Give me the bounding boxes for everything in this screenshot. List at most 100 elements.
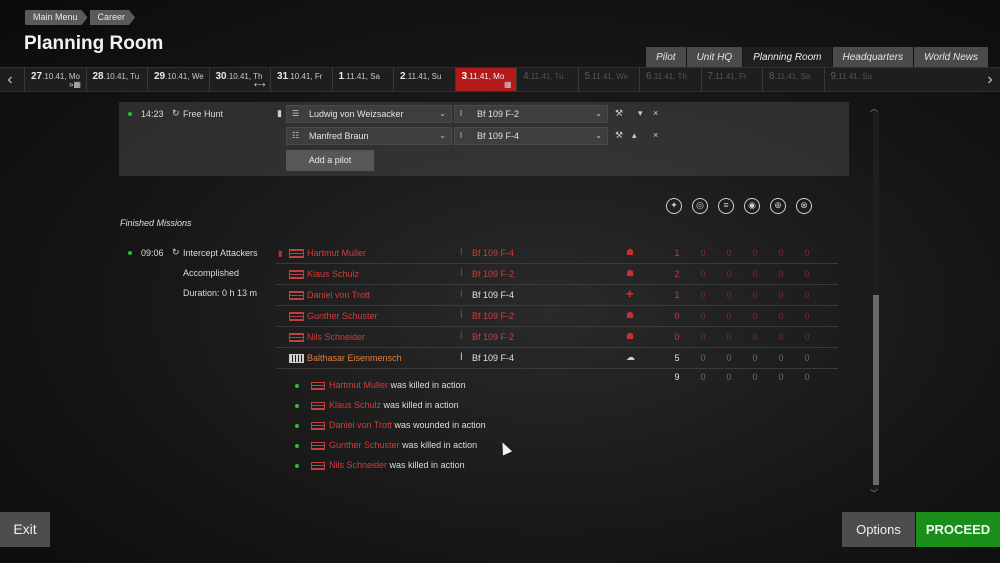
date-cell[interactable]: 27.10.41, Mo »▦ (24, 68, 85, 91)
total-count: 0 (726, 372, 732, 382)
date-rest: .11.41, Mo (467, 72, 505, 81)
date-cell[interactable]: 7.11.41, Fr (700, 68, 762, 91)
thermometer-icon: ǀ (460, 247, 463, 258)
date-rest: .11.41, Sa (774, 72, 811, 81)
kill-count: 0 (700, 353, 706, 363)
close-icon[interactable]: × (653, 108, 658, 118)
kill-count: 0 (726, 248, 732, 258)
ship-kill-icon: ⊕ (770, 198, 786, 214)
kill-count: 0 (778, 269, 784, 279)
table-row[interactable]: Nils Schneider ǀ Bf 109 F-2 ☗ 0 0 0 0 0 0 (276, 327, 838, 348)
rank-icon (311, 441, 325, 450)
add-pilot-button[interactable]: Add a pilot (286, 150, 374, 171)
date-cell[interactable]: 8.11.41, Sa (762, 68, 823, 91)
table-row[interactable]: Daniel von Trott ǀ Bf 109 F-4 ✚ 1 0 0 0 0 0 (276, 285, 838, 306)
plane-select-2[interactable]: ǀ Bf 109 F-4 ⌄ (454, 127, 608, 145)
total-count: 0 (700, 372, 706, 382)
date-rest: .11.41, Su (405, 72, 442, 81)
date-cell[interactable]: 4.11.41, Tu (516, 68, 577, 91)
calendar-icon: ▦ (503, 80, 512, 89)
scroll-down-icon[interactable]: ﹀ (870, 488, 878, 499)
kill-count: 0 (700, 248, 706, 258)
tab-headquarters[interactable]: Headquarters (832, 47, 914, 68)
pilot-status-icon: ☗ (626, 268, 635, 278)
tab-planning-room[interactable]: Planning Room (743, 47, 832, 68)
date-day: 29 (154, 71, 166, 82)
leader-flag-icon: ▮ (277, 108, 282, 118)
finished-mission-duration: Duration: 0 h 13 m (183, 288, 258, 298)
breadcrumb-main-menu[interactable]: Main Menu (25, 10, 88, 25)
date-day: 28 (92, 71, 104, 82)
date-cell[interactable]: 9.11.41, Su (823, 68, 885, 91)
top-tabs: Pilot Unit HQ Planning Room Headquarters… (646, 47, 988, 68)
wrench-icon[interactable]: ⚒ (615, 130, 623, 141)
status-dot-icon (295, 384, 299, 388)
chevron-left-icon[interactable]: ‹ (0, 67, 20, 92)
pilot-select-2[interactable]: ☷ Manfred Braun ⌄ (286, 127, 452, 145)
plane-name: Bf 109 F-4 (472, 248, 515, 258)
kill-count: 0 (752, 248, 758, 258)
proceed-button[interactable]: PROCEED (916, 512, 1000, 547)
scrollbar-thumb[interactable] (873, 295, 879, 485)
scroll-up-icon[interactable]: ︿ (870, 103, 878, 114)
date-rest: .11.41, Tu (528, 72, 564, 81)
status-dot-icon (295, 444, 299, 448)
kill-count: 0 (752, 332, 758, 342)
exit-button[interactable]: Exit (0, 512, 50, 547)
page-title: Planning Room (24, 33, 164, 54)
date-cell[interactable]: 31.10.41, Fr (270, 68, 331, 91)
table-row[interactable]: ▮ Hartmut Muller ǀ Bf 109 F-4 ☗ 1 0 0 0 0 0 (276, 243, 838, 264)
thermometer-icon: ǀ (460, 109, 463, 118)
bomber-kill-icon: ◎ (692, 198, 708, 214)
thermometer-icon: ǀ (460, 268, 463, 279)
kill-count: 0 (674, 332, 680, 342)
tab-world-news[interactable]: World News (914, 47, 988, 68)
mission-type: Free Hunt (183, 109, 224, 119)
event-text: was killed in action (390, 380, 466, 390)
date-cell[interactable]: 30.10.41, Th ⟷ (208, 68, 270, 91)
date-rest: .11.41, Su (836, 72, 872, 81)
kill-count: 0 (752, 353, 758, 363)
plane-select-1[interactable]: ǀ Bf 109 F-2 ⌄ (454, 105, 608, 123)
pilot-status-icon: ☗ (626, 310, 635, 320)
date-rest: .11.41, Fr (713, 72, 747, 81)
date-cell[interactable]: 29.10.41, We (147, 68, 208, 91)
breadcrumb-career[interactable]: Career (90, 10, 136, 25)
date-cell[interactable]: 5.11.41, We (577, 68, 639, 91)
pilot-name: Balthasar Eisenmensch (307, 353, 402, 363)
chevron-right-icon[interactable]: › (980, 67, 1000, 92)
rank-icon (289, 312, 304, 321)
move-up-icon[interactable]: ▴ (632, 130, 637, 141)
date-cell[interactable]: 1.11.41, Sa (331, 68, 393, 91)
table-row[interactable]: Gunther Schuster ǀ Bf 109 F-2 ☗ 0 0 0 0 0 0 (276, 306, 838, 327)
rank-icon (311, 421, 325, 430)
date-cell[interactable]: 28.10.41, Tu (85, 68, 147, 91)
wrench-icon[interactable]: ⚒ (615, 108, 623, 119)
chevron-down-icon: ⌄ (595, 131, 602, 140)
kill-count: 0 (674, 311, 680, 321)
kill-count: 1 (674, 248, 680, 258)
table-row[interactable]: Balthasar Eisenmensch ǀ Bf 109 F-4 ☁ 5 0 0 0 0 0 (276, 348, 838, 369)
total-count: 0 (778, 372, 784, 382)
tab-unit-hq[interactable]: Unit HQ (686, 47, 743, 68)
kill-count: 0 (700, 290, 706, 300)
date-rest: .10.41, We (165, 72, 204, 81)
options-button[interactable]: Options (842, 512, 915, 547)
move-down-icon[interactable]: ▾ (638, 108, 643, 119)
date-cell[interactable]: 6.11.41, Th (639, 68, 700, 91)
close-icon[interactable]: × (653, 130, 658, 140)
kill-count: 2 (674, 269, 680, 279)
pilot-select-1[interactable]: ☰ Ludwig von Weizsacker ⌄ (286, 105, 452, 123)
rank-icon (311, 381, 325, 390)
event-log-item: Nils Schneider was killed in action (311, 460, 465, 470)
kill-count: 0 (700, 269, 706, 279)
plane-name: Bf 109 F-4 (472, 353, 515, 363)
pilot-status-icon: ☗ (626, 247, 635, 257)
pilot-name: Daniel von Trott (307, 290, 371, 300)
date-cell[interactable]: 3.11.41, Mo ▦ (454, 68, 516, 91)
tab-pilot[interactable]: Pilot (646, 47, 686, 68)
table-row[interactable]: Klaus Schulz ǀ Bf 109 F-2 ☗ 2 0 0 0 0 0 (276, 264, 838, 285)
date-cell[interactable]: 2.11.41, Su (393, 68, 454, 91)
total-count: 0 (752, 372, 758, 382)
kill-count: 0 (752, 269, 758, 279)
